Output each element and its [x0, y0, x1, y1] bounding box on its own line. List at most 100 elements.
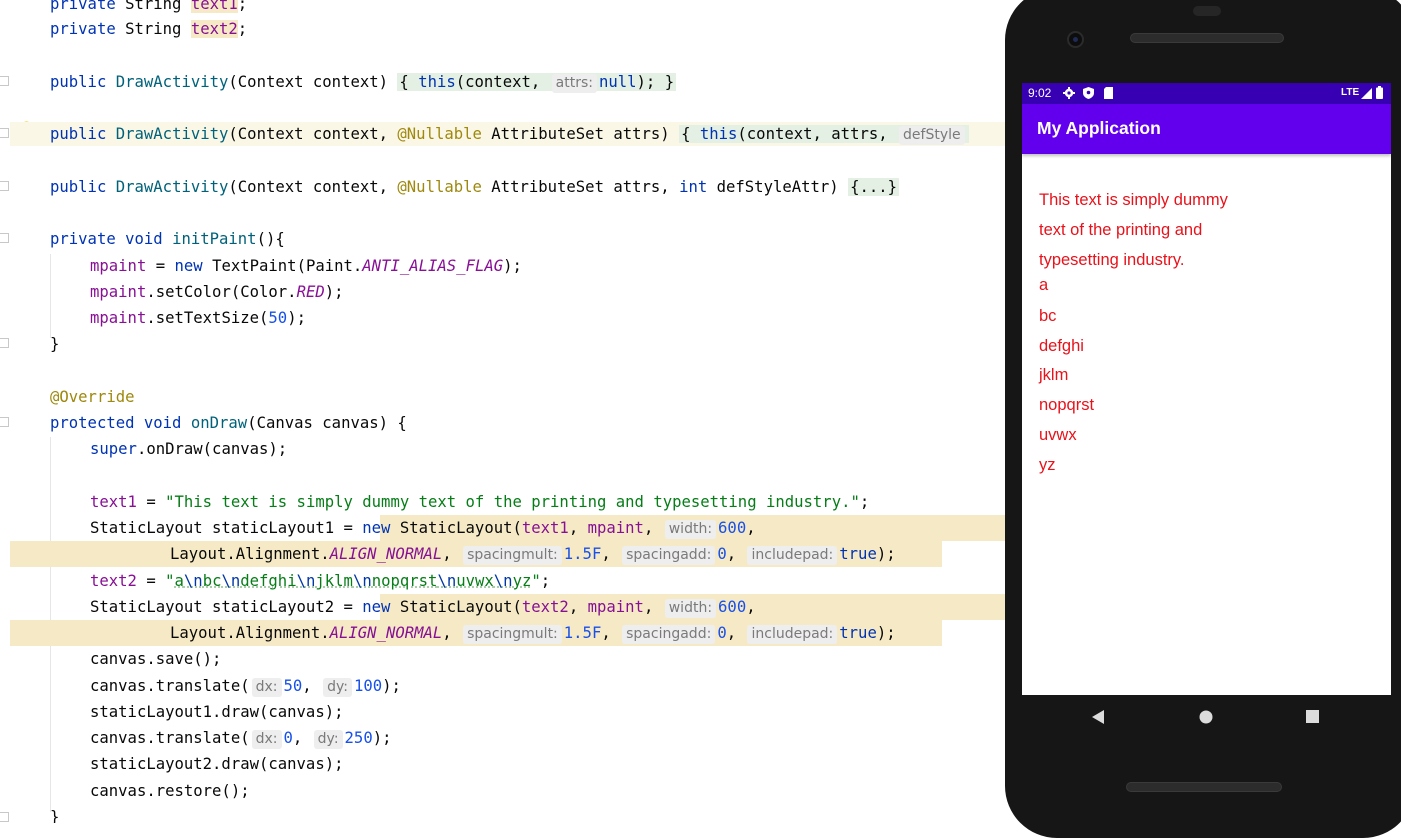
parameter-hint: width:: [664, 520, 717, 539]
code-line[interactable]: text1 = "This text is simply dummy text …: [90, 490, 869, 514]
keyword: int: [679, 178, 708, 196]
field-name: text1: [90, 493, 137, 511]
recents-icon[interactable]: [1306, 710, 1319, 723]
field-name: mpaint: [90, 309, 147, 327]
constant: ANTI_ALIAS_FLAG: [362, 257, 504, 275]
keyword: public: [50, 73, 107, 91]
fold-region[interactable]: { this(context, attrs: null); }: [397, 73, 677, 93]
code-line[interactable]: protected void onDraw(Canvas canvas) {: [50, 411, 407, 435]
number-literal: 250: [344, 729, 373, 747]
code-text: );: [876, 545, 896, 563]
code-line[interactable]: Layout.Alignment.ALIGN_NORMAL, spacingmu…: [170, 542, 896, 566]
fold-marker[interactable]: [0, 812, 9, 822]
code-text: .setTextSize(: [146, 309, 269, 327]
number-literal: 600: [718, 598, 747, 616]
escape-sequence: \n: [352, 572, 372, 590]
number-literal: 1.5F: [563, 624, 602, 642]
fold-region[interactable]: { this(context, attrs, defStyle: [679, 125, 969, 145]
code-line[interactable]: canvas.translate(dx: 50, dy: 100);: [90, 674, 401, 698]
home-icon[interactable]: [1199, 710, 1213, 724]
code-text: ;: [859, 493, 870, 511]
code-line[interactable]: text2 = "a\nbc\ndefghi\njklm\nnopqrst\nu…: [90, 569, 550, 593]
code-line[interactable]: canvas.restore();: [90, 779, 250, 803]
code-line[interactable]: staticLayout1.draw(canvas);: [90, 700, 343, 724]
code-line[interactable]: mpaint.setTextSize(50);: [90, 306, 306, 330]
device-screen[interactable]: 9:02 LTE My Application This text is sim…: [1022, 83, 1391, 695]
escape-sequence: \n: [221, 572, 241, 590]
code-text: }: [50, 335, 60, 353]
parameter-hint: dx:: [251, 678, 282, 697]
method-name: DrawActivity: [115, 178, 229, 196]
annotation: @Override: [50, 388, 135, 406]
app-bar: My Application: [1022, 104, 1391, 154]
fold-marker[interactable]: [0, 338, 9, 348]
code-text: ,: [292, 729, 312, 747]
code-text: canvas.translate(: [90, 729, 250, 747]
code-line[interactable]: canvas.translate(dx: 0, dy: 250);: [90, 726, 392, 750]
folded-code-block[interactable]: {...}: [848, 178, 900, 196]
code-line[interactable]: StaticLayout staticLayout1 = new StaticL…: [90, 516, 756, 540]
code-text: ); }: [636, 73, 675, 91]
method-name: DrawActivity: [115, 73, 229, 91]
keyword: super: [90, 440, 137, 458]
code-editor[interactable]: private String text1; private String tex…: [0, 0, 1008, 823]
fold-marker[interactable]: [0, 233, 9, 243]
code-text: =: [136, 572, 166, 590]
keyword: this: [699, 125, 738, 143]
code-line[interactable]: StaticLayout staticLayout2 = new StaticL…: [90, 595, 756, 619]
code-line[interactable]: private String text1;: [50, 0, 247, 16]
parameter-hint: spacingadd:: [622, 625, 716, 644]
code-text: ,: [601, 545, 621, 563]
field-name: mpaint: [587, 598, 644, 616]
code-text: (Context context): [228, 73, 398, 91]
code-line[interactable]: }: [50, 332, 59, 356]
number-literal: 0: [717, 624, 727, 642]
code-text: ,: [442, 545, 462, 563]
code-line[interactable]: public DrawActivity(Context context) { t…: [50, 70, 677, 94]
code-line[interactable]: public DrawActivity(Context context, @Nu…: [50, 175, 900, 199]
code-text: TextPaint(Paint.: [202, 257, 363, 275]
number-literal: 50: [268, 309, 288, 327]
code-line[interactable]: private String text2;: [50, 17, 247, 41]
code-text: ,: [726, 624, 746, 642]
code-line[interactable]: mpaint = new TextPaint(Paint.ANTI_ALIAS_…: [90, 254, 522, 278]
drawn-text-line: This text is simply dummy: [1039, 191, 1228, 209]
code-line[interactable]: mpaint.setColor(Color.RED);: [90, 280, 344, 304]
code-text: );: [876, 624, 896, 642]
camera-icon: [1067, 31, 1084, 48]
code-text: );: [503, 257, 522, 275]
code-line[interactable]: @Override: [50, 385, 135, 409]
code-text: ,: [643, 598, 663, 616]
code-text: ,: [568, 519, 588, 537]
status-bar: 9:02 LTE: [1022, 83, 1391, 104]
fold-marker[interactable]: [0, 417, 9, 427]
string-literal: yz: [512, 572, 532, 590]
fold-marker[interactable]: [0, 128, 9, 138]
code-line[interactable]: canvas.save();: [90, 647, 221, 671]
number-literal: 100: [353, 677, 383, 695]
code-line[interactable]: Layout.Alignment.ALIGN_NORMAL, spacingmu…: [170, 621, 896, 645]
keyword: public: [50, 178, 107, 196]
string-literal: "This text is simply dummy text of the p…: [165, 493, 860, 511]
fold-marker[interactable]: [0, 76, 9, 86]
code-line[interactable]: public DrawActivity(Context context, @Nu…: [50, 122, 969, 146]
code-text: ,: [601, 624, 621, 642]
keyword: null: [598, 73, 637, 91]
keyword: this: [418, 73, 456, 91]
code-text: StaticLayout staticLayout2 =: [90, 598, 363, 616]
code-text: (){: [256, 230, 285, 248]
code-line[interactable]: staticLayout2.draw(canvas);: [90, 752, 343, 776]
parameter-hint: defStyle: [899, 126, 965, 145]
drawn-text-line: uvwx: [1039, 426, 1077, 444]
constant: RED: [296, 283, 325, 301]
code-line[interactable]: }: [50, 805, 59, 823]
method-name: onDraw: [190, 414, 248, 432]
code-text: =: [136, 493, 166, 511]
code-text: staticLayout2.draw(canvas);: [90, 755, 344, 773]
back-icon[interactable]: [1092, 710, 1106, 724]
parameter-hint: includepad:: [747, 625, 838, 644]
code-line[interactable]: super.onDraw(canvas);: [90, 437, 287, 461]
fold-marker[interactable]: [0, 181, 9, 191]
code-line[interactable]: private void initPaint(){: [50, 227, 285, 251]
code-text: ,: [568, 598, 588, 616]
